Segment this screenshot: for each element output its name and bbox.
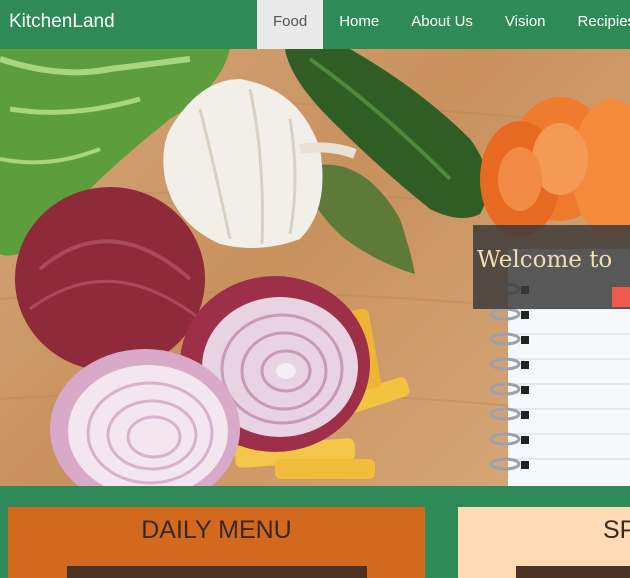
daily-menu-card[interactable]: DAILY MENU [8, 507, 425, 578]
nav-item-vision[interactable]: Vision [489, 0, 562, 49]
nav-links: Food Home About Us Vision Recipies [257, 0, 630, 49]
nav-item-home[interactable]: Home [323, 0, 395, 49]
welcome-banner: Welcome to [473, 225, 630, 309]
welcome-text: Welcome to [477, 247, 613, 273]
welcome-accent-bar [612, 287, 630, 307]
daily-menu-image [67, 566, 367, 578]
brand-logo[interactable]: KitchenLand [9, 11, 115, 33]
hero-image: Welcome to [0, 49, 630, 486]
nav-item-recipies[interactable]: Recipies [562, 0, 630, 49]
special-card-image [516, 566, 630, 578]
daily-menu-title: DAILY MENU [141, 516, 292, 544]
special-card-title: SP [603, 516, 630, 544]
red-onion-shape [15, 187, 205, 371]
nav-item-food[interactable]: Food [257, 0, 324, 49]
top-navbar: KitchenLand Food Home About Us Vision Re… [0, 0, 630, 49]
nav-item-about-us[interactable]: About Us [395, 0, 489, 49]
special-card[interactable]: SP [458, 507, 630, 578]
carrots-shape [480, 97, 630, 239]
